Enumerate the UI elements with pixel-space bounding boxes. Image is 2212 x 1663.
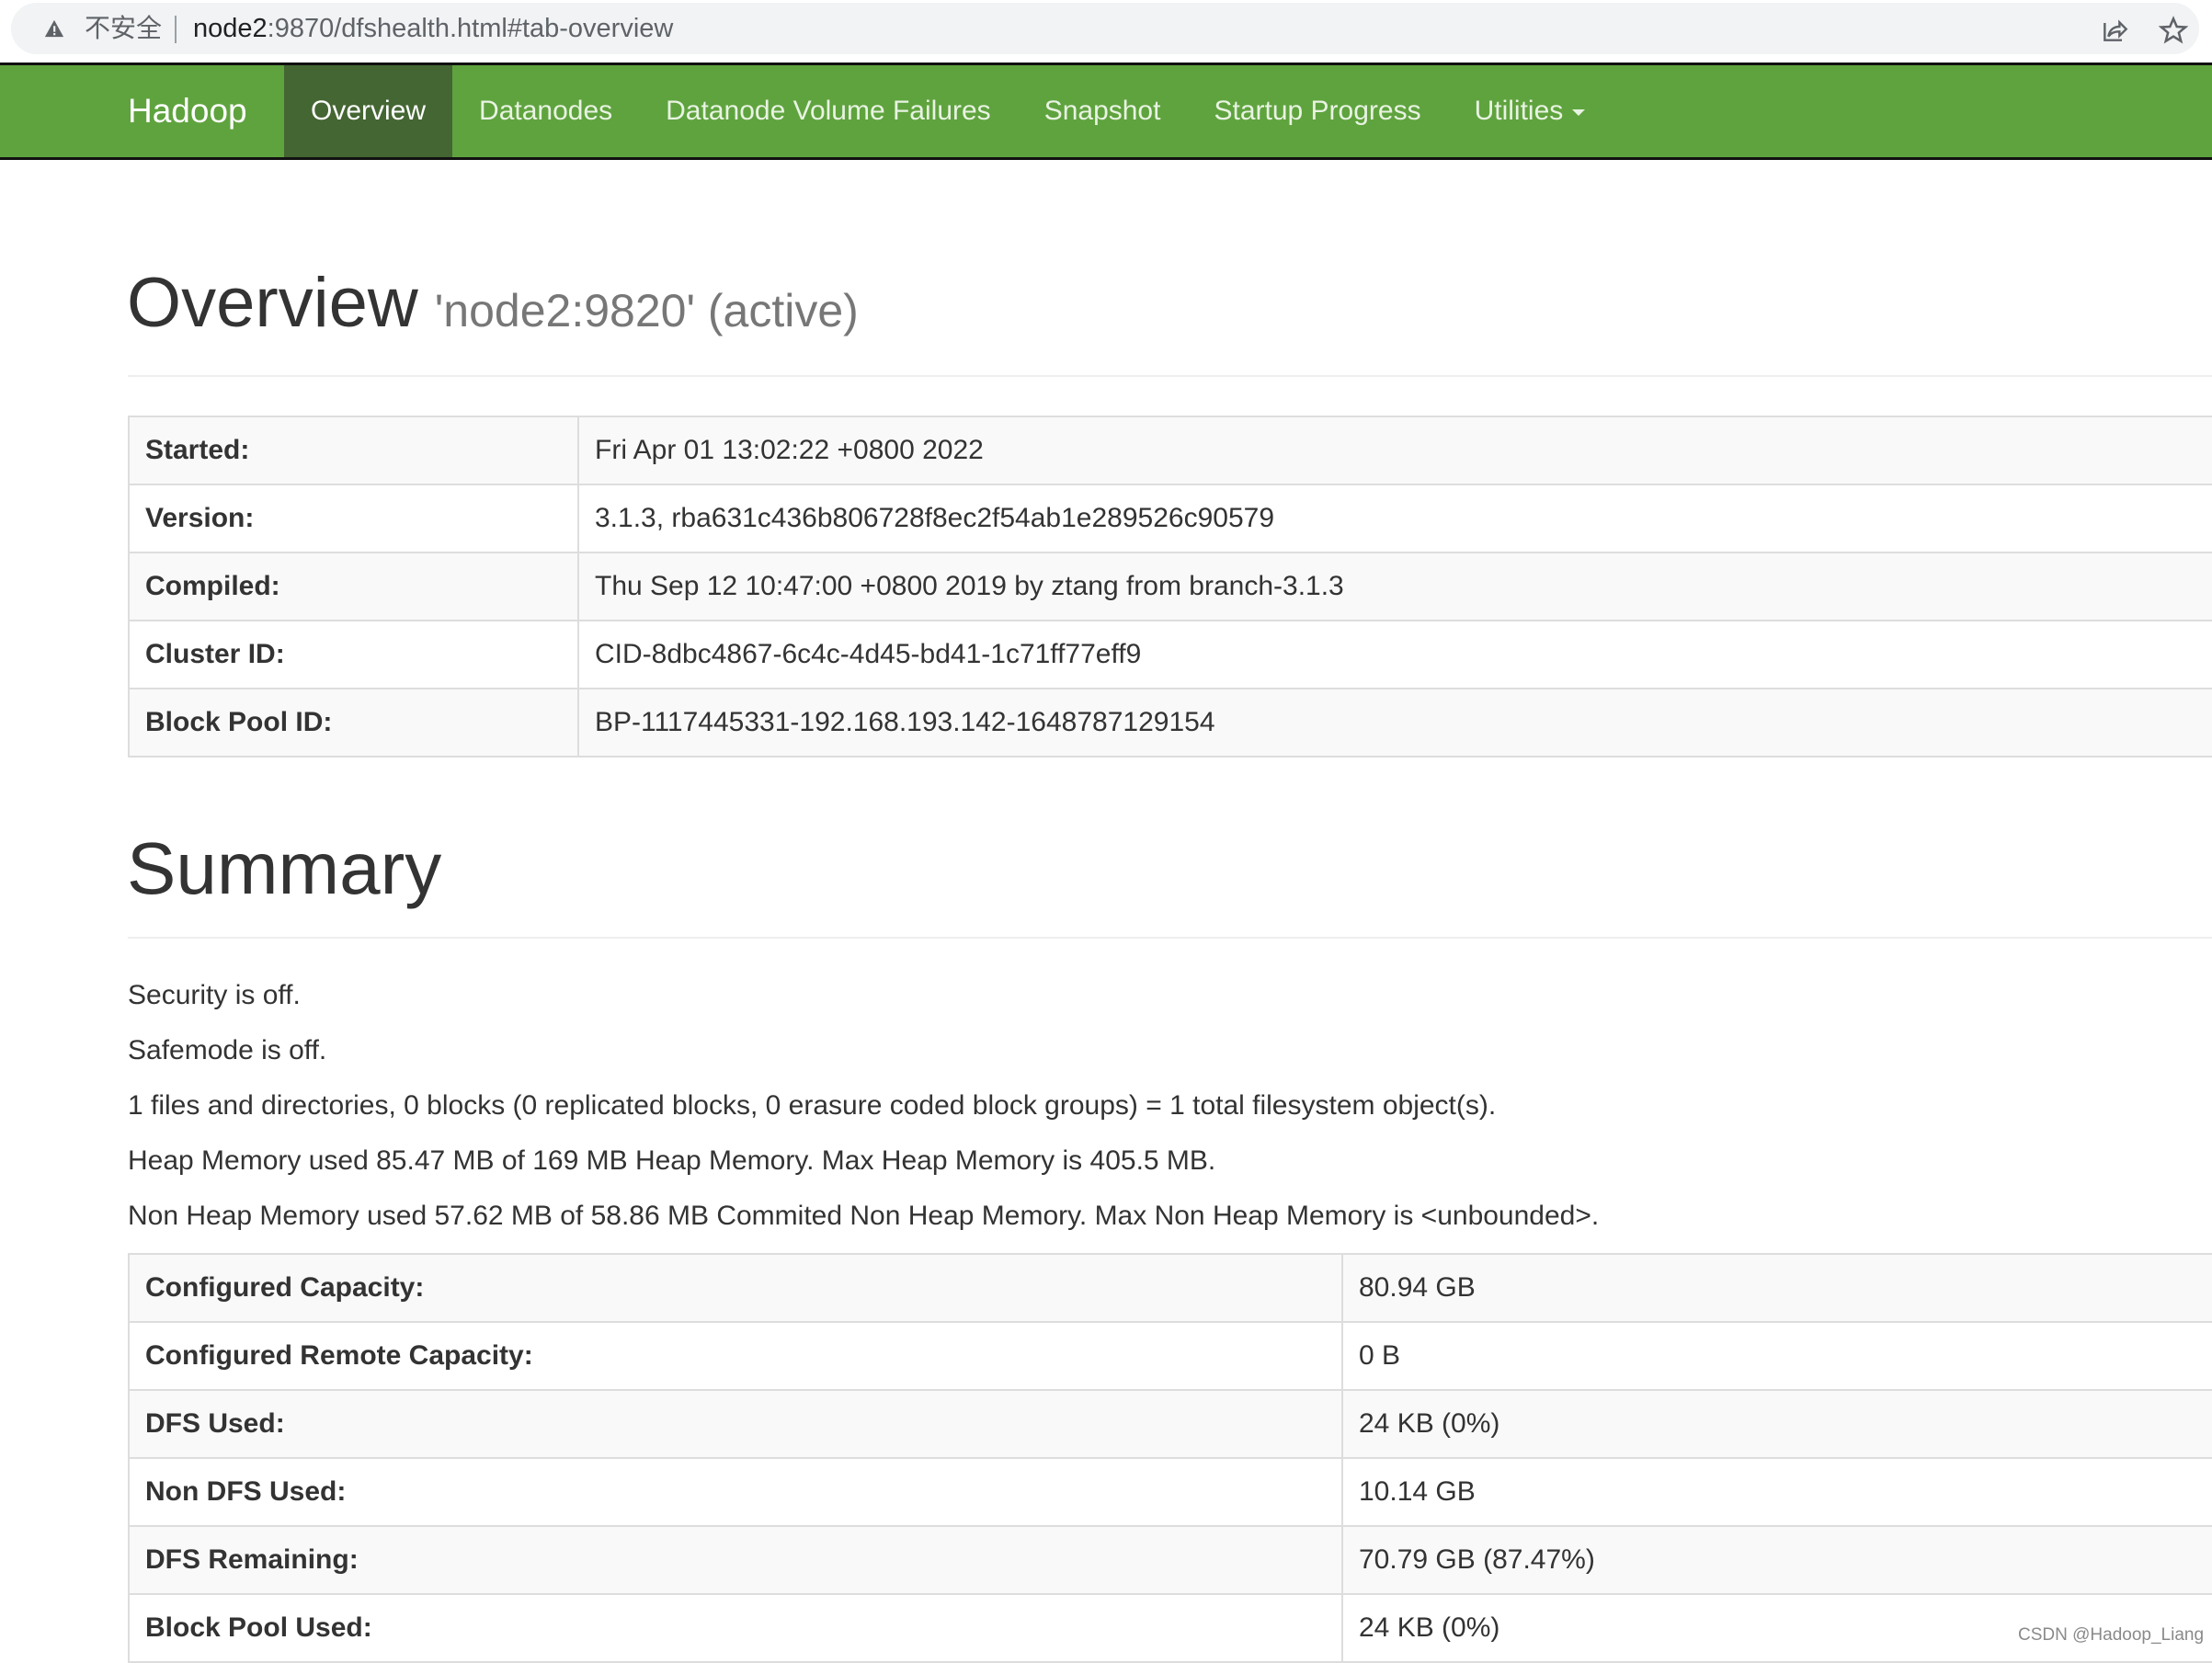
row-value: 70.79 GB (87.47%) <box>1341 1525 2212 1595</box>
nav-tabs: Overview Datanodes Datanode Volume Failu… <box>284 65 1612 157</box>
star-icon[interactable] <box>2159 16 2188 45</box>
watermark: CSDN @Hadoop_Liang <box>2018 1625 2205 1645</box>
row-value: 0 B <box>1341 1321 2212 1391</box>
row-value: 80.94 GB <box>1341 1253 2212 1323</box>
row-value: Thu Sep 12 10:47:00 +0800 2019 by ztang … <box>577 552 2212 621</box>
overview-title: Overview <box>127 264 418 342</box>
tab-snapshot[interactable]: Snapshot <box>1018 65 1188 157</box>
table-row: Block Pool Used: 24 KB (0%) <box>128 1593 2212 1663</box>
table-row: Block Pool ID: BP-1117445331-192.168.193.… <box>128 688 2212 757</box>
row-label: Version: <box>128 484 578 553</box>
table-row: Configured Remote Capacity: 0 B <box>128 1321 2212 1391</box>
row-value: 24 KB (0%) <box>1341 1389 2212 1459</box>
table-row: Configured Capacity: 80.94 GB <box>128 1253 2212 1323</box>
row-label: Block Pool Used: <box>128 1593 1342 1663</box>
row-label: Configured Remote Capacity: <box>128 1321 1342 1391</box>
row-label: Non DFS Used: <box>128 1457 1342 1527</box>
row-label: Block Pool ID: <box>128 688 578 757</box>
browser-toolbar: 不安全 node2:9870/dfshealth.html#tab-overvi… <box>0 0 2212 63</box>
share-icon[interactable] <box>2100 16 2129 45</box>
table-row: Started: Fri Apr 01 13:02:22 +0800 2022 <box>128 416 2212 485</box>
row-value: 10.14 GB <box>1341 1457 2212 1527</box>
brand-logo[interactable]: Hadoop <box>128 65 247 157</box>
row-label: Compiled: <box>128 552 578 621</box>
row-label: Started: <box>128 416 578 485</box>
divider <box>128 375 2212 377</box>
security-label[interactable]: 不安全 <box>85 14 162 43</box>
tab-datanode-volume-failures[interactable]: Datanode Volume Failures <box>639 65 1018 157</box>
row-label: DFS Used: <box>128 1389 1342 1459</box>
separator <box>175 16 177 43</box>
namenode-address: 'node2:9820' (active) <box>434 285 859 336</box>
tab-overview[interactable]: Overview <box>284 65 453 157</box>
row-value: Fri Apr 01 13:02:22 +0800 2022 <box>577 416 2212 485</box>
url-host: node2 <box>193 14 268 43</box>
row-value: CID-8dbc4867-6c4c-4d45-bd41-1c71ff77eff9 <box>577 620 2212 689</box>
row-value: BP-1117445331-192.168.193.142-1648787129… <box>577 688 2212 757</box>
row-label: DFS Remaining: <box>128 1525 1342 1595</box>
url-path: :9870/dfshealth.html#tab-overview <box>267 14 674 43</box>
summary-table: Configured Capacity: 80.94 GB Configured … <box>128 1253 2212 1663</box>
non-heap-memory: Non Heap Memory used 57.62 MB of 58.86 M… <box>128 1201 1600 1231</box>
security-status: Security is off. <box>128 980 301 1010</box>
divider <box>128 937 2212 939</box>
address-bar[interactable]: 不安全 node2:9870/dfshealth.html#tab-overvi… <box>11 3 2199 54</box>
table-row: Compiled: Thu Sep 12 10:47:00 +0800 2019 … <box>128 552 2212 621</box>
navbar: Hadoop Overview Datanodes Datanode Volum… <box>0 63 2212 160</box>
row-label: Configured Capacity: <box>128 1253 1342 1323</box>
row-label: Cluster ID: <box>128 620 578 689</box>
table-row: DFS Remaining: 70.79 GB (87.47%) <box>128 1525 2212 1595</box>
table-row: Non DFS Used: 10.14 GB <box>128 1457 2212 1527</box>
table-row: Version: 3.1.3, rba631c436b806728f8ec2f54… <box>128 484 2212 553</box>
caret-down-icon <box>1572 108 1586 116</box>
heap-memory: Heap Memory used 85.47 MB of 169 MB Heap… <box>128 1145 1216 1176</box>
tab-utilities-label: Utilities <box>1474 96 1564 126</box>
tab-datanodes[interactable]: Datanodes <box>452 65 639 157</box>
url-text[interactable]: node2:9870/dfshealth.html#tab-overview <box>193 13 673 44</box>
warning-icon[interactable] <box>44 18 64 39</box>
safemode-status: Safemode is off. <box>128 1035 327 1065</box>
overview-heading: Overview 'node2:9820' (active) <box>127 262 859 352</box>
filesystem-objects: 1 files and directories, 0 blocks (0 rep… <box>128 1090 1497 1121</box>
summary-heading: Summary <box>127 827 442 909</box>
tab-startup-progress[interactable]: Startup Progress <box>1187 65 1447 157</box>
row-value: 3.1.3, rba631c436b806728f8ec2f54ab1e2895… <box>577 484 2212 553</box>
table-row: Cluster ID: CID-8dbc4867-6c4c-4d45-bd41-1… <box>128 620 2212 689</box>
table-row: DFS Used: 24 KB (0%) <box>128 1389 2212 1459</box>
tab-utilities[interactable]: Utilities <box>1448 65 1613 157</box>
overview-table: Started: Fri Apr 01 13:02:22 +0800 2022 V… <box>128 416 2212 757</box>
